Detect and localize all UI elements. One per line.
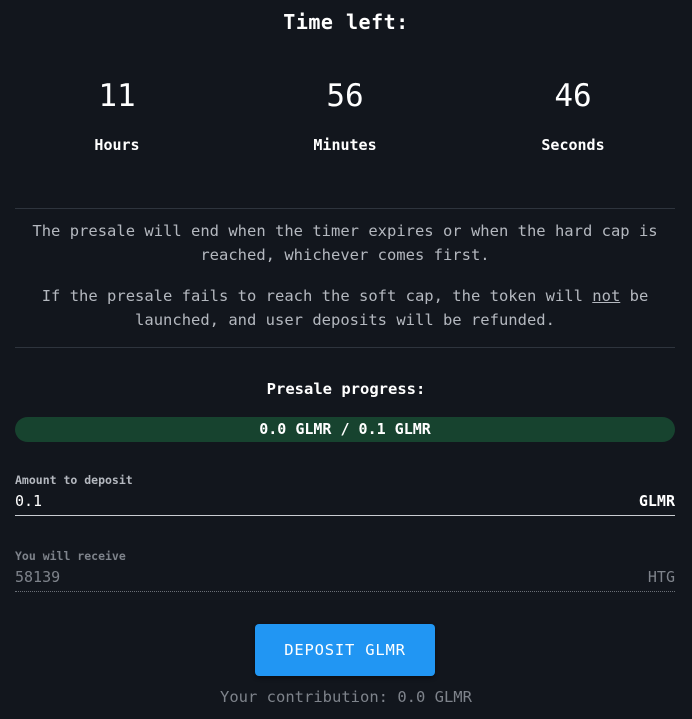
deposit-field-underline bbox=[15, 515, 675, 516]
minutes-unit: 56 Minutes bbox=[265, 76, 425, 154]
receive-field-underline bbox=[15, 591, 675, 592]
deposit-amount-field[interactable]: Amount to deposit GLMR bbox=[15, 473, 675, 516]
softcap-notice-emphasis: not bbox=[592, 287, 621, 305]
divider-top bbox=[15, 208, 675, 209]
hours-label: Hours bbox=[94, 136, 140, 154]
hours-unit: 11 Hours bbox=[37, 76, 197, 154]
receive-amount-value: 58139 bbox=[15, 568, 61, 586]
divider-bottom bbox=[15, 347, 675, 348]
progress-text: 0.0 GLMR / 0.1 GLMR bbox=[259, 420, 431, 438]
deposit-amount-input[interactable] bbox=[15, 492, 575, 510]
receive-amount-field: You will receive 58139 HTG bbox=[15, 549, 675, 592]
softcap-notice: If the presale fails to reach the soft c… bbox=[15, 284, 675, 332]
receive-currency-suffix: HTG bbox=[647, 568, 675, 586]
countdown-timer: 11 Hours 56 Minutes 46 Seconds bbox=[0, 76, 692, 176]
presale-progress-bar: 0.0 GLMR / 0.1 GLMR bbox=[15, 417, 675, 442]
seconds-unit: 46 Seconds bbox=[493, 76, 653, 154]
softcap-notice-start: If the presale fails to reach the soft c… bbox=[41, 287, 593, 305]
timer-title: Time left: bbox=[283, 10, 409, 34]
deposit-currency-suffix: GLMR bbox=[638, 492, 675, 510]
progress-title: Presale progress: bbox=[266, 380, 426, 398]
receive-amount-label: You will receive bbox=[15, 549, 126, 563]
minutes-label: Minutes bbox=[313, 136, 377, 154]
hours-value: 11 bbox=[98, 78, 136, 114]
seconds-value: 46 bbox=[554, 78, 592, 114]
minutes-value: 56 bbox=[326, 78, 364, 114]
seconds-label: Seconds bbox=[541, 136, 605, 154]
deposit-button[interactable]: DEPOSIT GLMR bbox=[255, 624, 435, 676]
deposit-amount-label: Amount to deposit bbox=[15, 473, 133, 487]
presale-end-notice: The presale will end when the timer expi… bbox=[32, 222, 658, 264]
user-contribution: Your contribution: 0.0 GLMR bbox=[220, 688, 472, 706]
